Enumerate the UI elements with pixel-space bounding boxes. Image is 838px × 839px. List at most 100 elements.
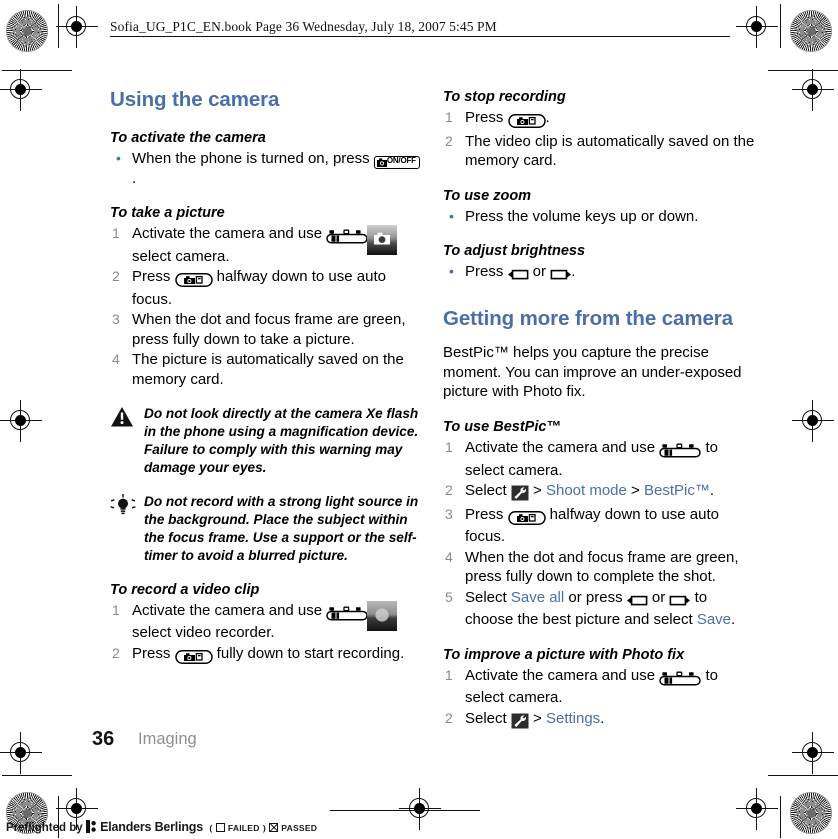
step-text-pre: Activate the camera and use: [465, 439, 660, 457]
list-item: 2 The video clip is automatically saved o…: [443, 132, 755, 171]
list-item: • Press or .: [443, 262, 755, 285]
preflight-company: Elanders Berlings: [100, 820, 203, 834]
step-text-pre: Select: [465, 709, 511, 727]
step-number: 1: [445, 666, 453, 683]
heading-to-use-bestpic: To use BestPic™: [443, 418, 561, 435]
heading-to-stop-recording: To stop recording: [443, 89, 566, 105]
step-text-pre: Activate the camera and use: [132, 225, 327, 243]
link-bestpic[interactable]: BestPic™: [644, 482, 710, 499]
step-number: 1: [112, 601, 120, 618]
step-text-pre: Press: [132, 644, 175, 662]
preflight-stamp: Preflighted by Elanders Berlings ( FAILE…: [6, 820, 317, 834]
bullet-marker: •: [449, 207, 454, 224]
right-selection-key-icon: [550, 265, 572, 285]
chapter-label: Imaging: [138, 730, 197, 748]
warning-note-text: Do not look directly at the camera Xe fl…: [144, 406, 419, 476]
heading-to-take-a-picture: To take a picture: [110, 205, 225, 222]
step-number: 2: [112, 644, 120, 661]
step-text-post: fully down to start recording.: [212, 644, 405, 662]
list-item: 1Activate the camera and use to select c…: [443, 438, 755, 480]
step-text-mid: or press: [564, 588, 627, 606]
camera-shutter-key-icon: [507, 111, 546, 131]
preflight-open-paren: (: [209, 823, 213, 833]
step-number: 4: [112, 351, 120, 368]
link-settings[interactable]: Settings: [546, 710, 600, 727]
link-shoot-mode[interactable]: Shoot mode: [546, 482, 627, 499]
list-item: 2 Press halfway down to use auto focus.: [110, 267, 422, 309]
right-column: To stop recording 1 Press . 2 The video cl…: [443, 88, 755, 731]
list-item: 5 Select Save all or press or to choose t…: [443, 588, 755, 630]
step-text-post: .: [709, 482, 714, 500]
step-text-mid: >: [528, 482, 546, 500]
step-text-pre: Select: [465, 588, 511, 606]
preflight-failed-label: FAILED: [227, 823, 260, 833]
page-number: 36: [92, 728, 115, 750]
step-number: 1: [445, 109, 453, 126]
list-item: 3 When the dot and focus frame are green,…: [110, 310, 422, 349]
warning-triangle-icon: [110, 406, 136, 430]
right-selection-key-icon: [669, 591, 691, 611]
step-text-pre: Press: [465, 109, 508, 127]
list-item: 3 Press halfway down to use auto focus.: [443, 505, 755, 547]
step-text-mid2: >: [626, 482, 644, 500]
step-number: 5: [445, 588, 453, 605]
navigation-key-icon: [326, 604, 369, 624]
heading-to-use-zoom: To use zoom: [443, 187, 532, 204]
list-item: • When the phone is turned on, press ON/O…: [110, 149, 422, 189]
step-number: 1: [445, 439, 453, 456]
navigation-key-icon: [659, 441, 702, 461]
settings-wrench-icon: [511, 484, 529, 504]
list-item: 2 Select > Settings.: [443, 709, 755, 732]
step-text-mid: or: [528, 263, 551, 281]
link-save[interactable]: Save: [697, 611, 731, 628]
list-item: 4 When the dot and focus frame are green,…: [443, 548, 755, 587]
left-column: Using the camera To activate the camera …: [110, 88, 422, 666]
list-use-bestpic: 1 Activate the camera and use to select c…: [443, 438, 755, 630]
step-text-pre: When the phone is turned on, press: [132, 149, 374, 167]
list-item: 1Activate the camera and use to select c…: [443, 666, 755, 708]
step-text-pre: Press: [132, 268, 175, 286]
bullet-marker: •: [449, 263, 454, 280]
step-text-mid: >: [528, 709, 546, 727]
link-save-all[interactable]: Save all: [511, 589, 564, 606]
camera-shutter-key-icon: [174, 270, 213, 290]
step-text: Press the volume keys up or down.: [465, 207, 699, 225]
step-number: 1: [112, 225, 120, 242]
list-photo-fix: 1 Activate the camera and use to select c…: [443, 666, 755, 732]
step-number: 2: [445, 482, 453, 499]
step-number: 2: [445, 709, 453, 726]
heading-to-activate-the-camera: To activate the camera: [110, 129, 266, 146]
list-item: 4 The picture is automatically saved on t…: [110, 350, 422, 389]
step-number: 2: [445, 132, 453, 149]
list-item: 2 Select > Shoot mode > BestPic™.: [443, 481, 755, 504]
bullet-marker: •: [116, 149, 121, 166]
step-number: 2: [112, 268, 120, 285]
step-text-pre: Activate the camera and use: [465, 666, 660, 684]
step-text-post: .: [731, 611, 736, 629]
tip-note: Do not record with a strong light source…: [110, 493, 422, 565]
step-text-pre: Select: [465, 482, 511, 500]
preflight-passed-label: PASSED: [281, 823, 318, 833]
step-text: The video clip is automatically saved on…: [465, 132, 755, 170]
navigation-key-icon: [659, 669, 702, 689]
failed-checkbox: [215, 823, 225, 832]
step-text-pre: Press: [465, 505, 508, 523]
step-text: When the dot and focus frame are green, …: [132, 311, 406, 348]
list-item: 2 Press fully down to start recording.: [110, 644, 422, 667]
step-text-pre: Activate the camera and use: [132, 601, 327, 619]
list-stop-recording: 1 Press . 2 The video clip is automaticall…: [443, 108, 755, 171]
preflight-prefix: Preflighted by: [6, 822, 83, 834]
video-recorder-thumbnail: [367, 601, 397, 631]
page-title: Using the camera: [110, 88, 280, 111]
step-text: The picture is automatically saved on th…: [132, 351, 404, 388]
list-use-zoom: • Press the volume keys up or down.: [443, 207, 755, 227]
step-text-post: .: [600, 709, 605, 727]
tip-note-text: Do not record with a strong light source…: [144, 494, 419, 563]
settings-wrench-icon: [511, 712, 529, 732]
camera-shutter-key-icon: [507, 508, 546, 528]
page-content: Using the camera To activate the camera …: [0, 0, 838, 839]
warning-note: Do not look directly at the camera Xe fl…: [110, 405, 422, 477]
heading-to-improve-picture-photo-fix: To improve a picture with Photo fix: [443, 646, 685, 663]
navigation-key-icon: [326, 227, 369, 247]
list-activate-camera: • When the phone is turned on, press ON/O…: [110, 149, 422, 189]
